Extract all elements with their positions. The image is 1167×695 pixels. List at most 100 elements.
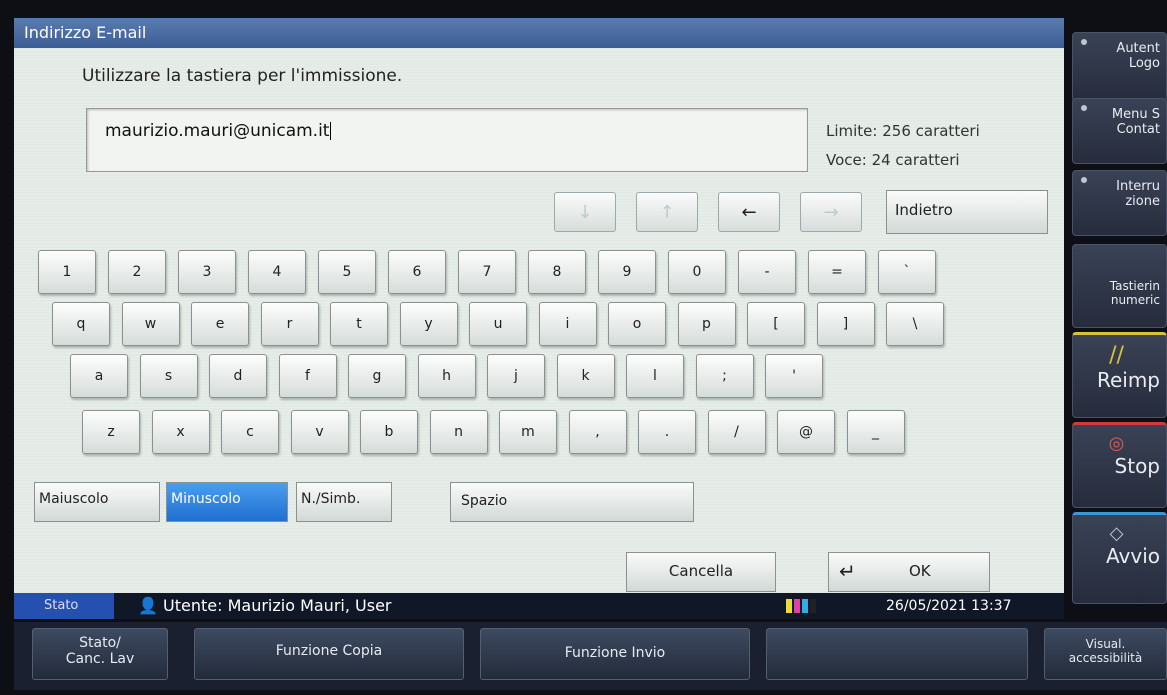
key[interactable]: 1 xyxy=(38,250,96,294)
ok-label: OK xyxy=(909,562,931,580)
key[interactable]: k xyxy=(556,354,615,398)
interrupt-button[interactable]: Interru zione xyxy=(1072,170,1167,236)
arrow-down-icon: ↓ xyxy=(577,201,593,223)
char-count-text: Voce: 24 caratteri xyxy=(826,151,960,169)
arrow-up-icon: ↑ xyxy=(659,201,675,223)
key[interactable]: 6 xyxy=(388,250,446,294)
key[interactable]: 9 xyxy=(598,250,656,294)
cursor-right-button[interactable]: → xyxy=(800,192,862,232)
led-indicator xyxy=(1081,39,1087,45)
arrow-right-icon: → xyxy=(823,201,839,223)
start-icon: ◇ xyxy=(1109,523,1124,544)
key[interactable]: c xyxy=(221,410,279,454)
key[interactable]: . xyxy=(638,410,696,454)
uppercase-button[interactable]: Maiuscolo xyxy=(34,482,160,522)
toner-level-icon xyxy=(786,599,816,613)
key[interactable]: 7 xyxy=(458,250,516,294)
reset-icon: // xyxy=(1109,343,1124,368)
cancel-button[interactable]: Cancella xyxy=(626,552,776,592)
key[interactable]: f xyxy=(278,354,337,398)
key[interactable]: j xyxy=(487,354,545,398)
key[interactable]: u xyxy=(469,302,527,346)
stop-label: Stop xyxy=(1114,454,1160,478)
key[interactable]: / xyxy=(707,410,766,454)
start-button[interactable]: ◇ Avvio xyxy=(1072,512,1167,604)
key[interactable]: p xyxy=(677,302,736,346)
key[interactable]: x xyxy=(151,410,210,454)
menu-button[interactable]: Menu S Contat xyxy=(1072,98,1167,164)
key[interactable]: ' xyxy=(765,354,823,398)
key[interactable]: - xyxy=(738,250,796,294)
key[interactable]: l xyxy=(626,354,684,398)
arrow-left-icon: ← xyxy=(741,201,757,223)
key[interactable]: _ xyxy=(846,410,905,454)
key[interactable]: 3 xyxy=(178,250,236,294)
auth-label: Autent Logo xyxy=(1116,41,1160,71)
key[interactable]: i xyxy=(538,302,597,346)
user-name: Utente: Maurizio Mauri, User xyxy=(163,596,392,615)
toner-bar xyxy=(786,599,792,613)
function-bar: Stato/ Canc. Lav Funzione Copia Funzione… xyxy=(14,622,1167,690)
text-caret xyxy=(330,122,332,140)
interrupt-label: Interru zione xyxy=(1116,179,1160,209)
cursor-up-button[interactable]: ↑ xyxy=(636,192,698,232)
accessibility-button[interactable]: Visual. accessibilità xyxy=(1044,628,1167,680)
lowercase-button[interactable]: Minuscolo xyxy=(166,482,288,522)
toner-bar xyxy=(802,599,808,613)
reset-button[interactable]: // Reimp xyxy=(1072,332,1167,418)
key[interactable]: a xyxy=(70,354,128,398)
numpad-button[interactable]: Tastierin numeric xyxy=(1072,244,1167,328)
toner-bar xyxy=(794,599,800,613)
key[interactable]: t xyxy=(330,302,388,346)
enter-icon: ↵ xyxy=(839,559,856,583)
empty-function-button[interactable] xyxy=(766,628,1028,680)
key[interactable]: s xyxy=(139,354,198,398)
email-entry-screen: Indirizzo E-mail Utilizzare la tastiera … xyxy=(14,18,1064,618)
key[interactable]: z xyxy=(82,410,140,454)
key[interactable]: = xyxy=(808,250,866,294)
key[interactable]: d xyxy=(209,354,267,398)
copy-function-button[interactable]: Funzione Copia xyxy=(194,628,464,680)
key[interactable]: r xyxy=(260,302,319,346)
key[interactable]: q xyxy=(52,302,110,346)
key[interactable]: b xyxy=(360,410,418,454)
key[interactable]: ; xyxy=(695,354,754,398)
backspace-button[interactable]: Indietro xyxy=(886,190,1048,234)
key[interactable]: w xyxy=(121,302,180,346)
stop-button[interactable]: ◎ Stop xyxy=(1072,422,1167,508)
key[interactable]: n xyxy=(429,410,488,454)
email-value: maurizio.mauri@unicam.it xyxy=(105,121,330,141)
ok-button[interactable]: ↵ OK xyxy=(828,552,990,592)
key[interactable]: e xyxy=(191,302,249,346)
key[interactable]: 0 xyxy=(668,250,726,294)
key[interactable]: , xyxy=(568,410,627,454)
send-function-button[interactable]: Funzione Invio xyxy=(480,628,750,680)
key[interactable]: [ xyxy=(747,302,805,346)
key[interactable]: y xyxy=(399,302,458,346)
authentication-button[interactable]: Autent Logo xyxy=(1072,32,1167,102)
numpad-label: Tastierin numeric xyxy=(1109,279,1160,307)
cursor-down-button[interactable]: ↓ xyxy=(554,192,616,232)
key[interactable]: g xyxy=(348,354,406,398)
space-button[interactable]: Spazio xyxy=(450,482,694,522)
key[interactable]: h xyxy=(417,354,476,398)
status-label: Stato xyxy=(14,593,114,619)
key[interactable]: o xyxy=(608,302,666,346)
key[interactable]: 4 xyxy=(248,250,306,294)
symbols-button[interactable]: N./Simb. xyxy=(296,482,392,522)
reset-label: Reimp xyxy=(1096,368,1160,392)
key[interactable]: ] xyxy=(816,302,875,346)
cursor-left-button[interactable]: ← xyxy=(718,192,780,232)
email-input[interactable]: maurizio.mauri@unicam.it xyxy=(86,108,808,172)
key[interactable]: @ xyxy=(777,410,835,454)
status-jobs-button[interactable]: Stato/ Canc. Lav xyxy=(32,628,168,680)
key[interactable]: v xyxy=(290,410,349,454)
user-icon: 👤 xyxy=(138,596,158,615)
key[interactable]: \ xyxy=(886,302,944,346)
key[interactable]: 2 xyxy=(108,250,166,294)
key[interactable]: 5 xyxy=(318,250,376,294)
key[interactable]: 8 xyxy=(528,250,586,294)
key[interactable]: m xyxy=(499,410,557,454)
led-indicator xyxy=(1081,105,1087,111)
key[interactable]: ` xyxy=(878,250,936,294)
